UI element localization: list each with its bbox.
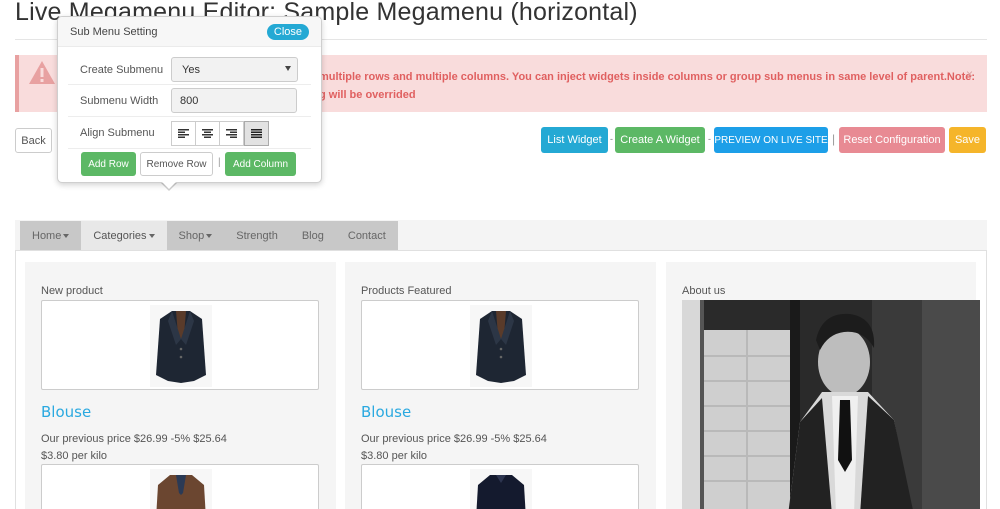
popup-close-button[interactable]: Close <box>266 24 309 40</box>
align-submenu-label: Align Submenu <box>80 127 155 139</box>
megamenu-nav: Home Categories Shop Strength Blog Conta… <box>20 221 398 250</box>
add-column-button[interactable]: Add Column <box>225 152 296 176</box>
product-price: Our previous price $26.99 -5% $25.64 <box>361 433 547 445</box>
back-button[interactable]: Back <box>15 128 52 153</box>
select-caret-icon <box>285 66 291 71</box>
remove-row-button[interactable]: Remove Row <box>140 152 213 176</box>
alert-close-icon[interactable]: × <box>966 67 973 81</box>
caret-down-icon <box>148 233 155 238</box>
column-title: Products Featured <box>361 285 452 297</box>
about-us-photo <box>682 300 980 509</box>
create-submenu-label: Create Submenu <box>80 64 164 76</box>
product-unit-price: $3.80 per kilo <box>41 450 108 462</box>
popup-title: Sub Menu Setting <box>70 26 158 38</box>
product-name-link[interactable]: Blouse <box>41 403 91 421</box>
product-image-frame[interactable] <box>41 464 319 509</box>
product-image-frame[interactable] <box>361 464 639 509</box>
product-image-frame[interactable] <box>361 300 639 390</box>
popup-pointer-inner <box>161 181 177 189</box>
nav-item-home[interactable]: Home <box>20 221 81 250</box>
preview-live-site-button[interactable]: PREVIEW ON LIVE SITE <box>714 127 828 153</box>
nav-item-shop[interactable]: Shop <box>167 221 225 250</box>
nav-item-contact[interactable]: Contact <box>336 221 398 250</box>
create-widget-button[interactable]: Create A Widget <box>615 127 705 153</box>
reset-configuration-button[interactable]: Reset Configuration <box>839 127 945 153</box>
align-right-icon[interactable] <box>219 121 244 146</box>
product-unit-price: $3.80 per kilo <box>361 450 428 462</box>
save-button[interactable]: Save <box>949 127 986 153</box>
submenu-setting-popup: Sub Menu Setting Close Create Submenu Ye… <box>57 16 322 183</box>
popup-header: Sub Menu Setting Close <box>58 17 321 47</box>
jacket-image <box>150 469 212 509</box>
align-left-icon[interactable] <box>171 121 196 146</box>
blazer-image <box>470 305 532 387</box>
add-row-button[interactable]: Add Row <box>81 152 136 176</box>
submenu-width-input[interactable]: 800 <box>171 88 297 113</box>
warning-icon <box>29 61 55 84</box>
caret-down-icon <box>63 233 70 238</box>
toolbar-separator: - <box>708 134 711 144</box>
product-name-link[interactable]: Blouse <box>361 403 411 421</box>
blazer-image <box>150 305 212 387</box>
list-widget-button[interactable]: List Widget <box>541 127 608 153</box>
column-title: New product <box>41 285 103 297</box>
align-center-icon[interactable] <box>195 121 220 146</box>
caret-down-icon <box>206 233 213 238</box>
toolbar-pipe: | <box>832 132 836 146</box>
product-price: Our previous price $26.99 -5% $25.64 <box>41 433 227 445</box>
sweater-image <box>470 469 532 509</box>
alert-message: multiple rows and multiple columns. You … <box>319 71 976 101</box>
product-image-frame[interactable] <box>41 300 319 390</box>
nav-item-blog[interactable]: Blog <box>290 221 336 250</box>
toolbar-separator: - <box>610 134 613 144</box>
nav-item-categories[interactable]: Categories <box>81 221 167 250</box>
column-title: About us <box>682 285 726 297</box>
popup-pipe: | <box>218 157 221 168</box>
align-justify-icon[interactable] <box>244 121 269 146</box>
nav-item-strength[interactable]: Strength <box>224 221 290 250</box>
create-submenu-select[interactable]: Yes <box>171 57 298 82</box>
submenu-width-label: Submenu Width <box>80 95 159 107</box>
